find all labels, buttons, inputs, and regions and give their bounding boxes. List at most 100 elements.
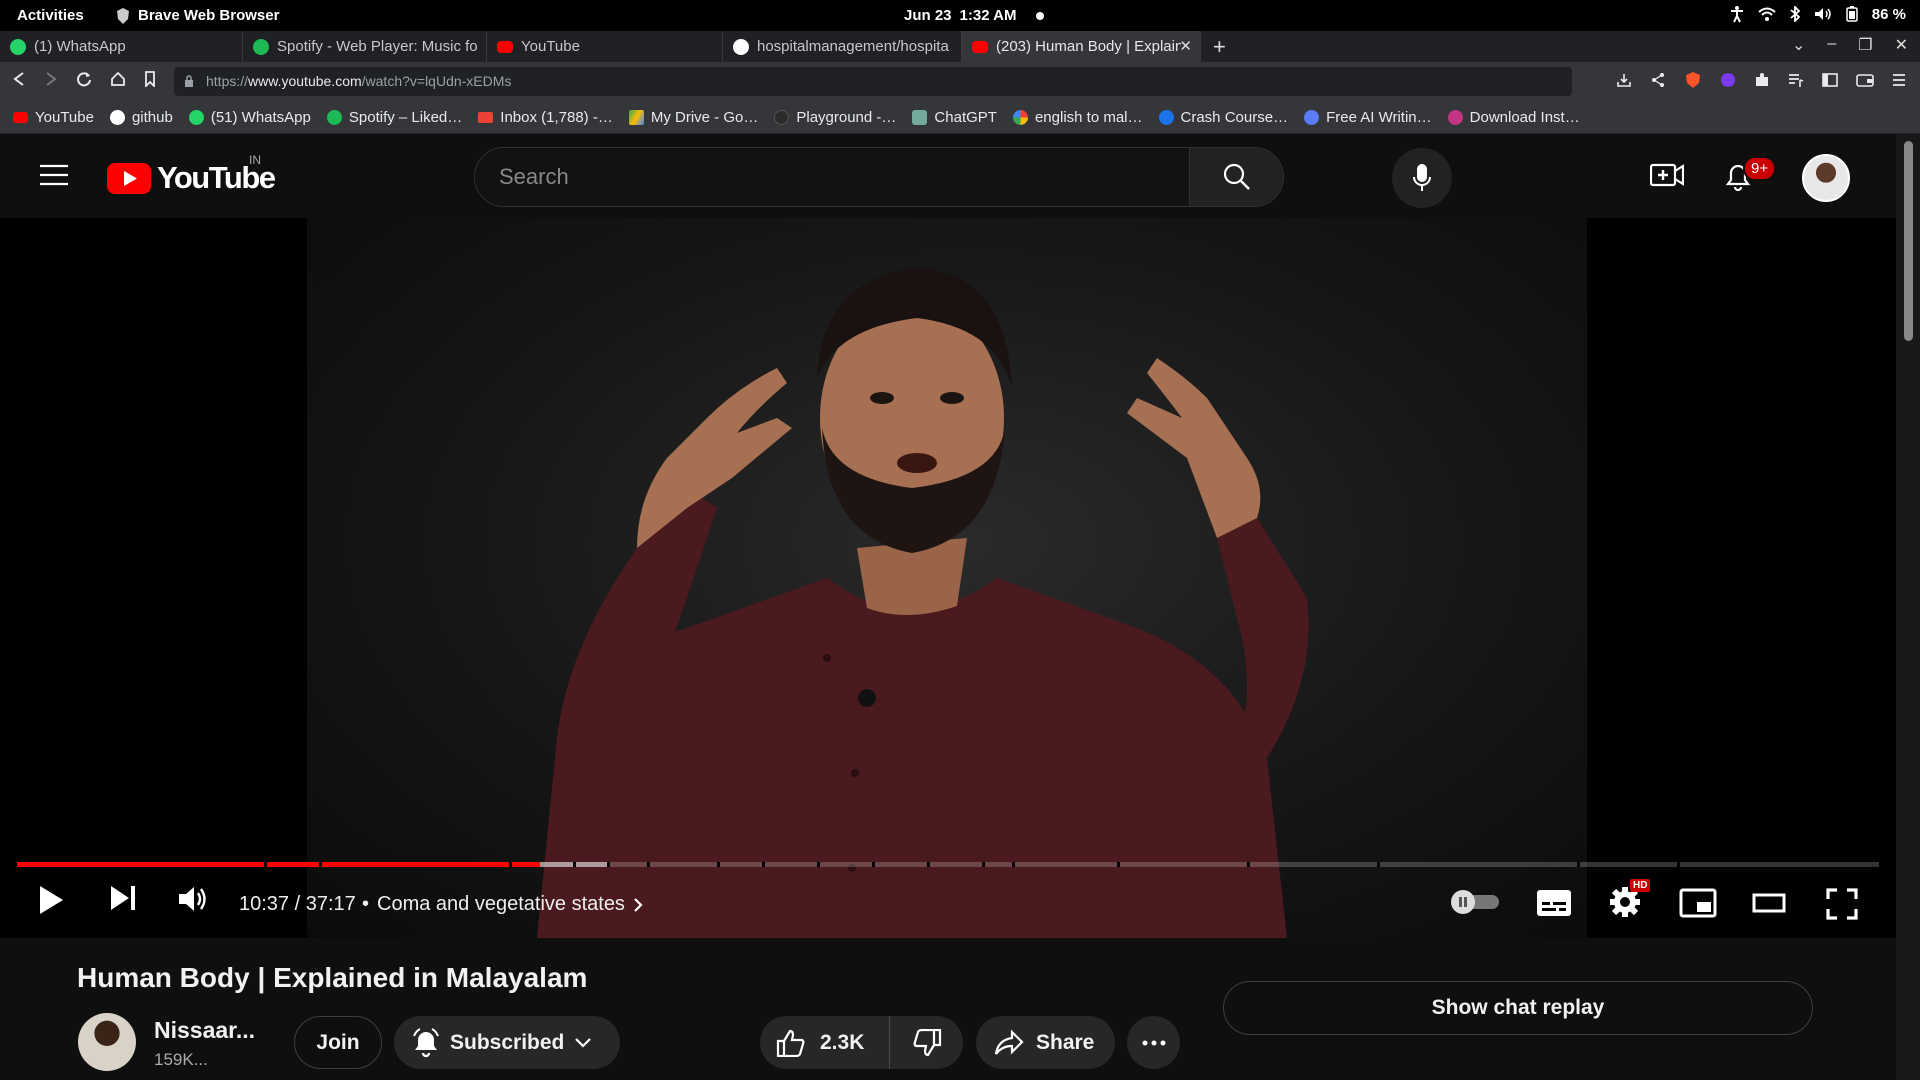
more-horizontal-icon <box>1142 1040 1165 1045</box>
tab-youtube[interactable]: YouTube <box>487 31 723 62</box>
app-menu[interactable]: Brave Web Browser <box>116 7 279 24</box>
fullscreen-icon <box>1826 888 1858 920</box>
microphone-icon <box>1413 164 1431 191</box>
video-frame[interactable] <box>307 218 1587 938</box>
fullscreen-button[interactable] <box>1826 888 1858 920</box>
youtube-icon <box>497 40 513 53</box>
youtube-icon <box>13 111 28 123</box>
subtitles-button[interactable] <box>1536 889 1572 917</box>
video-progress-bar[interactable] <box>17 862 1879 867</box>
join-button[interactable]: Join <box>294 1016 382 1069</box>
share-page-icon[interactable] <box>1650 72 1666 88</box>
bookmark-download-insta[interactable]: Download Inst… <box>1447 108 1580 126</box>
youtube-logo[interactable]: YouTube IN <box>107 153 276 196</box>
miniplayer-button[interactable] <box>1679 888 1717 918</box>
channel-avatar[interactable] <box>78 1013 136 1071</box>
playlist-icon[interactable] <box>1788 72 1804 88</box>
nav-buttons <box>12 71 156 87</box>
bookmark-icon[interactable] <box>144 71 156 87</box>
bookmark-github[interactable]: github <box>109 109 173 126</box>
voice-search-button[interactable] <box>1392 148 1452 208</box>
clock-date: Jun 23 <box>904 7 952 24</box>
next-video-button[interactable] <box>110 885 138 911</box>
whatsapp-icon <box>10 38 26 55</box>
tab-github[interactable]: hospitalmanagement/hospita <box>723 31 962 62</box>
volume-icon <box>1814 8 1831 20</box>
skip-next-icon <box>111 886 135 910</box>
close-tab-icon[interactable]: ✕ <box>1179 37 1192 55</box>
chapter-button[interactable]: • Coma and vegetative states <box>362 893 643 916</box>
bookmark-google-translate[interactable]: english to mal… <box>1012 109 1143 126</box>
system-top-bar: Activities Brave Web Browser Jun 23 1:32… <box>0 0 1920 31</box>
address-bar[interactable]: https://www.youtube.com/watch?v=lqUdn-xE… <box>174 67 1572 96</box>
minimize-icon[interactable]: – <box>1827 35 1836 55</box>
chevron-down-icon[interactable]: ⌄ <box>1792 35 1805 55</box>
scrollbar-thumb[interactable] <box>1904 141 1913 341</box>
home-icon[interactable] <box>110 71 126 87</box>
lock-icon[interactable] <box>184 75 194 87</box>
reload-icon[interactable] <box>76 71 92 87</box>
bookmark-drive[interactable]: My Drive - Go… <box>628 109 758 126</box>
bookmark-whatsapp[interactable]: (51) WhatsApp <box>188 109 311 126</box>
channel-name[interactable]: Nissaar... <box>154 1017 255 1044</box>
activities-button[interactable]: Activities <box>17 7 84 24</box>
search-input[interactable] <box>475 148 1189 206</box>
battery-percent: 86 % <box>1871 5 1906 23</box>
search-box <box>474 147 1284 207</box>
bookmark-youtube[interactable]: YouTube <box>13 109 94 126</box>
chapter-marker <box>717 862 720 867</box>
bookmark-label: ChatGPT <box>934 108 997 126</box>
bookmark-label: Download Inst… <box>1469 108 1580 126</box>
autoplay-toggle-icon <box>1451 890 1499 914</box>
forward-icon[interactable] <box>44 71 58 87</box>
page-scrollbar[interactable] <box>1896 134 1920 1080</box>
bookmark-gmail[interactable]: Inbox (1,788) -… <box>478 109 613 126</box>
subscribed-button[interactable]: Subscribed <box>394 1016 620 1069</box>
bookmark-label: Free AI Writin… <box>1326 108 1432 126</box>
bookmark-crash-course[interactable]: Crash Course… <box>1158 108 1289 126</box>
install-app-icon[interactable] <box>1616 72 1632 88</box>
close-window-icon[interactable]: ✕ <box>1895 35 1908 55</box>
search-button[interactable] <box>1189 148 1283 206</box>
tab-whatsapp[interactable]: (1) WhatsApp <box>0 31 243 62</box>
new-tab-button[interactable]: + <box>1213 34 1226 60</box>
menu-icon[interactable] <box>1892 73 1906 87</box>
like-button[interactable]: 2.3K <box>760 1016 890 1069</box>
autoplay-toggle[interactable] <box>1449 889 1501 915</box>
clock[interactable]: Jun 23 1:32 AM <box>904 7 1017 24</box>
bookmark-playground[interactable]: Playground -… <box>774 109 896 126</box>
bookmark-label: Crash Course… <box>1180 108 1289 126</box>
show-chat-replay-button[interactable]: Show chat replay <box>1223 981 1813 1035</box>
chapter-marker <box>573 862 576 867</box>
restore-icon[interactable]: ❐ <box>1858 35 1872 55</box>
bookmark-spotify[interactable]: Spotify – Liked… <box>326 109 462 126</box>
tab-human-body-video[interactable]: (203) Human Body | Explain ✕ <box>962 31 1201 62</box>
chapter-marker <box>1677 862 1680 867</box>
progress-played <box>17 862 541 867</box>
brave-shields-icon[interactable] <box>1684 71 1702 89</box>
mute-button[interactable] <box>178 885 210 913</box>
navigation-bar: https://www.youtube.com/watch?v=lqUdn-xE… <box>0 62 1920 101</box>
bookmark-ai-writer[interactable]: Free AI Writin… <box>1304 109 1432 126</box>
play-button[interactable] <box>38 885 64 915</box>
settings-button[interactable]: HD <box>1608 879 1651 919</box>
more-actions-button[interactable] <box>1127 1016 1180 1069</box>
video-player[interactable]: 10:37 / 37:17 • Coma and vegetative stat… <box>0 218 1896 938</box>
chapter-marker <box>607 862 610 867</box>
bookmark-chatgpt[interactable]: ChatGPT <box>912 109 997 126</box>
account-avatar[interactable] <box>1802 154 1850 202</box>
hamburger-menu-icon[interactable] <box>40 164 68 186</box>
theater-mode-button[interactable] <box>1752 893 1786 913</box>
dislike-button[interactable] <box>890 1016 963 1069</box>
sidebar-icon[interactable] <box>1822 72 1838 88</box>
subscriber-count: 159K... <box>154 1050 208 1069</box>
tab-spotify[interactable]: Spotify - Web Player: Music fo <box>243 31 487 62</box>
create-video-icon[interactable] <box>1650 162 1684 188</box>
extension-icon[interactable] <box>1720 72 1736 88</box>
system-tray[interactable]: 86 % <box>1730 5 1906 23</box>
chapter-marker <box>1377 862 1380 867</box>
puzzle-icon[interactable] <box>1754 72 1770 88</box>
back-icon[interactable] <box>12 71 26 87</box>
share-button[interactable]: Share <box>976 1016 1115 1069</box>
wallet-icon[interactable] <box>1856 72 1874 88</box>
